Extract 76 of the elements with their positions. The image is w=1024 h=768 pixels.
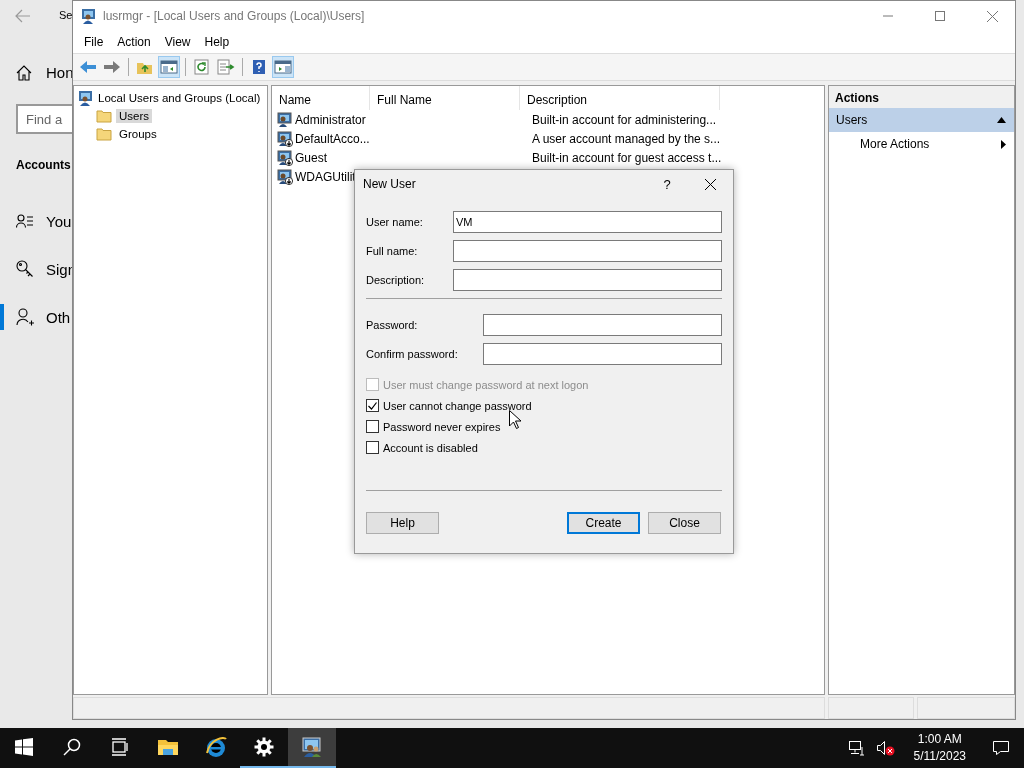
dialog-button[interactable]: Close [648,512,721,534]
dialog-title: New User [363,177,417,191]
console-tree-icon[interactable] [158,56,180,78]
password-field[interactable] [483,343,722,365]
close-icon [986,10,998,22]
folder-icon [96,127,112,141]
close-icon [704,178,716,190]
muted-speaker-icon[interactable] [875,740,896,756]
help-button[interactable]: ? [647,176,687,192]
input-field[interactable] [453,269,722,291]
window-title: Se [59,9,73,21]
dialog-button[interactable]: Help [366,512,439,534]
actions-section[interactable]: Users [829,108,1014,132]
menu-item[interactable]: View [157,32,198,52]
user-description: Built-in account for administering... [531,112,718,127]
app-icon [81,8,97,24]
user-name[interactable]: Administrator [295,112,366,127]
search-icon [63,738,81,756]
input-field[interactable] [453,240,722,262]
checkbox[interactable] [366,420,379,433]
action-pane-icon[interactable] [272,56,294,78]
windows-logo-icon [15,738,33,756]
computer-users-icon [78,90,94,106]
users-console-icon [301,736,323,758]
export-list-icon[interactable] [215,56,237,78]
user-description: Built-in account for guest access t... [531,150,723,165]
field-label: User name: [366,216,424,228]
field-label: Password: [366,319,419,331]
action-item[interactable]: More Actions [829,132,1014,156]
clock-time[interactable]: 1:00 AM [917,731,962,748]
tree-item[interactable]: Local Users and Groups (Local) [98,92,261,104]
browser-icon [204,735,228,759]
checkbox-label: Password never expires [383,420,501,433]
add-user-icon [16,308,34,326]
collapse-arrow-icon [997,117,1006,123]
tree-item[interactable]: Groups [116,127,160,141]
checkbox-label: Account is disabled [383,441,478,454]
column-header[interactable]: Full Name [370,86,520,110]
key-icon [16,260,34,278]
checkbox[interactable] [366,441,379,454]
nav-item[interactable]: You [46,212,72,230]
field-label: Description: [366,274,426,286]
field-label: Full name: [366,245,419,257]
section-heading: Accounts [16,158,71,172]
window-title: lusrmgr - [Local Users and Groups (Local)\Users] [103,9,366,23]
field-label: Confirm password: [366,348,459,360]
mouse-pointer-icon [509,410,521,429]
folder-icon [157,738,179,756]
column-header[interactable]: Name [272,86,370,110]
network-icon[interactable] [847,740,866,756]
menu-item[interactable]: File [77,32,111,52]
menu-item[interactable]: Help [197,32,237,52]
input-field[interactable]: VM [453,211,722,233]
password-field[interactable] [483,314,722,336]
checkbox-label: User must change password at next logon [383,378,589,391]
task-view-icon [111,738,129,756]
maximize-icon [935,11,945,21]
checkbox[interactable] [366,399,379,412]
submenu-arrow-icon [1001,139,1006,149]
notification-icon[interactable] [992,740,1010,756]
users-console-button[interactable] [288,728,336,768]
dialog-button[interactable]: Create [567,512,640,534]
menu-item[interactable]: Action [110,32,158,52]
checkmark-icon [368,401,377,410]
home-icon[interactable] [16,64,32,81]
gear-icon [254,737,274,757]
folder-icon [96,109,112,123]
user-description: A user account managed by the s... [531,131,722,146]
user-list-icon [16,214,34,228]
checkbox-label: User cannot change password [383,399,532,412]
column-header[interactable]: Description [520,86,720,110]
nav-item[interactable]: Oth [46,308,71,326]
clock-date[interactable]: 5/11/2023 [913,748,966,765]
search-field[interactable]: Find a [16,104,72,134]
actions-heading: Actions [829,86,1014,108]
tree-item[interactable]: Users [116,109,153,123]
